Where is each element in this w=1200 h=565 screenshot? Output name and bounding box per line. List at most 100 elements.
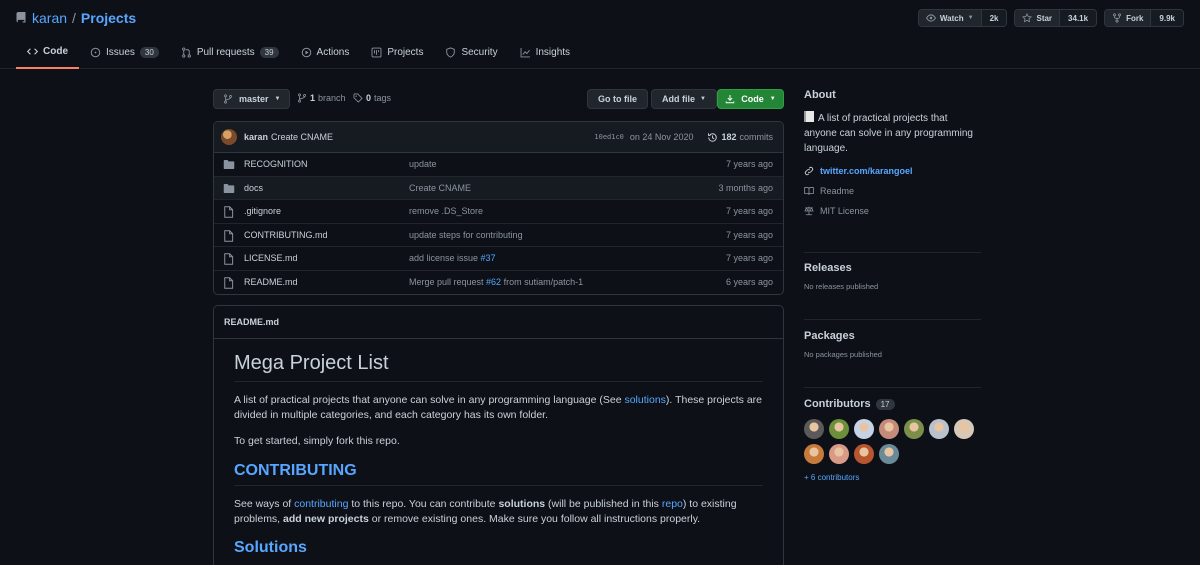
contributor-avatars <box>804 419 981 464</box>
packages-heading[interactable]: Packages <box>804 330 981 342</box>
contributing-link[interactable]: contributing <box>294 498 348 510</box>
tab-pull-requests[interactable]: Pull requests 39 <box>170 38 290 67</box>
file-commit-message[interactable]: Create CNAME <box>409 183 471 193</box>
notebook-emoji-icon <box>804 111 814 122</box>
file-row[interactable]: RECOGNITION update 7 years ago <box>214 153 783 177</box>
contributors-heading[interactable]: Contributors 17 <box>804 398 981 410</box>
file-commit-message[interactable]: update <box>409 159 437 169</box>
file-row[interactable]: LICENSE.md add license issue #37 7 years… <box>214 247 783 271</box>
license-link[interactable]: MIT License <box>804 206 981 216</box>
download-icon <box>726 94 735 104</box>
avatar[interactable] <box>929 419 949 439</box>
issue-link[interactable]: #37 <box>481 253 496 263</box>
repo-sidebar: About A list of practical projects that … <box>804 89 981 482</box>
star-count[interactable]: 34.1k <box>1060 10 1097 26</box>
avatar[interactable] <box>879 444 899 464</box>
commit-text: add license issue <box>409 253 481 264</box>
file-commit-message[interactable]: remove .DS_Store <box>409 206 483 216</box>
about-section: About A list of practical projects that … <box>804 89 981 253</box>
tab-issues-label: Issues <box>106 47 135 58</box>
readme-link[interactable]: Readme <box>804 186 981 196</box>
tab-projects[interactable]: Projects <box>360 38 434 67</box>
pull-request-link[interactable]: #62 <box>486 277 501 287</box>
file-name[interactable]: .gitignore <box>244 206 281 216</box>
website-link[interactable]: twitter.com/karangoel <box>804 166 981 176</box>
tab-security[interactable]: Security <box>434 38 508 67</box>
issue-icon <box>90 47 101 58</box>
file-icon <box>224 276 234 289</box>
star-button[interactable]: Star <box>1015 10 1061 26</box>
branch-name: master <box>239 94 269 104</box>
add-file-button[interactable]: Add file ▼ <box>651 89 717 109</box>
branch-icon <box>224 94 232 104</box>
file-row[interactable]: CONTRIBUTING.md update steps for contrib… <box>214 224 783 247</box>
code-download-button[interactable]: Code ▼ <box>717 89 784 109</box>
solutions-heading[interactable]: Solutions <box>234 527 763 562</box>
avatar[interactable] <box>829 419 849 439</box>
tab-actions[interactable]: Actions <box>290 38 361 67</box>
contributors-counter: 17 <box>875 398 895 410</box>
repo-separator: / <box>72 10 76 26</box>
fork-button[interactable]: Fork <box>1105 10 1152 26</box>
avatar[interactable] <box>804 419 824 439</box>
file-commit-message[interactable]: update steps for contributing <box>409 230 523 240</box>
tag-icon <box>353 93 363 103</box>
branches-link[interactable]: 1 branch <box>297 93 346 103</box>
file-name[interactable]: README.md <box>244 277 298 287</box>
commit-text: Merge pull request <box>409 277 487 288</box>
file-commit-message[interactable]: Merge pull request #62 from sutiam/patch… <box>409 277 583 287</box>
file-name[interactable]: RECOGNITION <box>244 159 308 169</box>
avatar[interactable] <box>954 419 974 439</box>
contrib-text: to this repo. You can contribute <box>348 498 499 510</box>
tags-link[interactable]: 0 tags <box>353 93 391 103</box>
file-name[interactable]: LICENSE.md <box>244 253 298 263</box>
tab-pull-requests-label: Pull requests <box>196 47 255 58</box>
repo-name-link[interactable]: Projects <box>81 10 136 26</box>
packages-section: Packages No packages published <box>804 320 981 388</box>
tab-issues[interactable]: Issues 30 <box>79 38 170 67</box>
file-row[interactable]: README.md Merge pull request #62 from su… <box>214 271 783 295</box>
file-commit-message[interactable]: add license issue #37 <box>409 253 496 263</box>
watch-label: Watch <box>939 13 964 23</box>
file-list: karan Create CNAME 10ed1c0 on 24 Nov 202… <box>213 121 784 295</box>
commit-sha[interactable]: 10ed1c0 <box>594 133 624 141</box>
commit-message[interactable]: Create CNAME <box>271 132 333 142</box>
commits-link[interactable]: 182 commits <box>707 132 773 143</box>
chevron-down-icon: ▼ <box>769 96 776 102</box>
watch-button[interactable]: Watch ▼ <box>918 10 982 26</box>
go-to-file-button[interactable]: Go to file <box>587 89 648 109</box>
avatar[interactable] <box>804 444 824 464</box>
avatar[interactable] <box>854 444 874 464</box>
tab-projects-label: Projects <box>387 47 424 58</box>
avatar[interactable] <box>829 444 849 464</box>
file-age: 3 months ago <box>718 182 773 193</box>
repo-owner-link[interactable]: karan <box>32 10 67 26</box>
tab-security-label: Security <box>461 47 498 58</box>
file-row[interactable]: docs Create CNAME 3 months ago <box>214 176 783 200</box>
commit-count: 182 <box>721 132 737 142</box>
file-age: 7 years ago <box>725 253 773 264</box>
avatar[interactable] <box>854 419 874 439</box>
file-name[interactable]: docs <box>244 183 263 193</box>
file-name[interactable]: CONTRIBUTING.md <box>244 230 328 240</box>
releases-heading[interactable]: Releases <box>804 262 981 274</box>
avatar[interactable] <box>221 129 237 145</box>
more-contributors-link[interactable]: + 6 contributors <box>804 473 981 482</box>
contrib-text: or remove existing ones. Make sure you f… <box>368 513 701 525</box>
tab-code[interactable]: Code <box>16 38 79 69</box>
readme-box: README.md Mega Project List A list of pr… <box>213 305 784 565</box>
tab-insights[interactable]: Insights <box>509 38 581 67</box>
solutions-link[interactable]: solutions <box>624 394 665 406</box>
fork-count[interactable]: 9.9k <box>1151 10 1183 26</box>
contributing-heading[interactable]: CONTRIBUTING <box>234 449 763 486</box>
commit-author[interactable]: karan <box>244 132 268 142</box>
avatar[interactable] <box>904 419 924 439</box>
avatar[interactable] <box>879 419 899 439</box>
branch-select-button[interactable]: master ▼ <box>213 89 291 109</box>
readme-filename[interactable]: README.md <box>214 306 783 339</box>
repo-title: karan / Projects <box>15 10 136 26</box>
shield-icon <box>446 47 456 58</box>
file-row[interactable]: .gitignore remove .DS_Store 7 years ago <box>214 200 783 224</box>
watch-count[interactable]: 2k <box>981 10 1007 26</box>
repo-link[interactable]: repo <box>662 498 683 510</box>
